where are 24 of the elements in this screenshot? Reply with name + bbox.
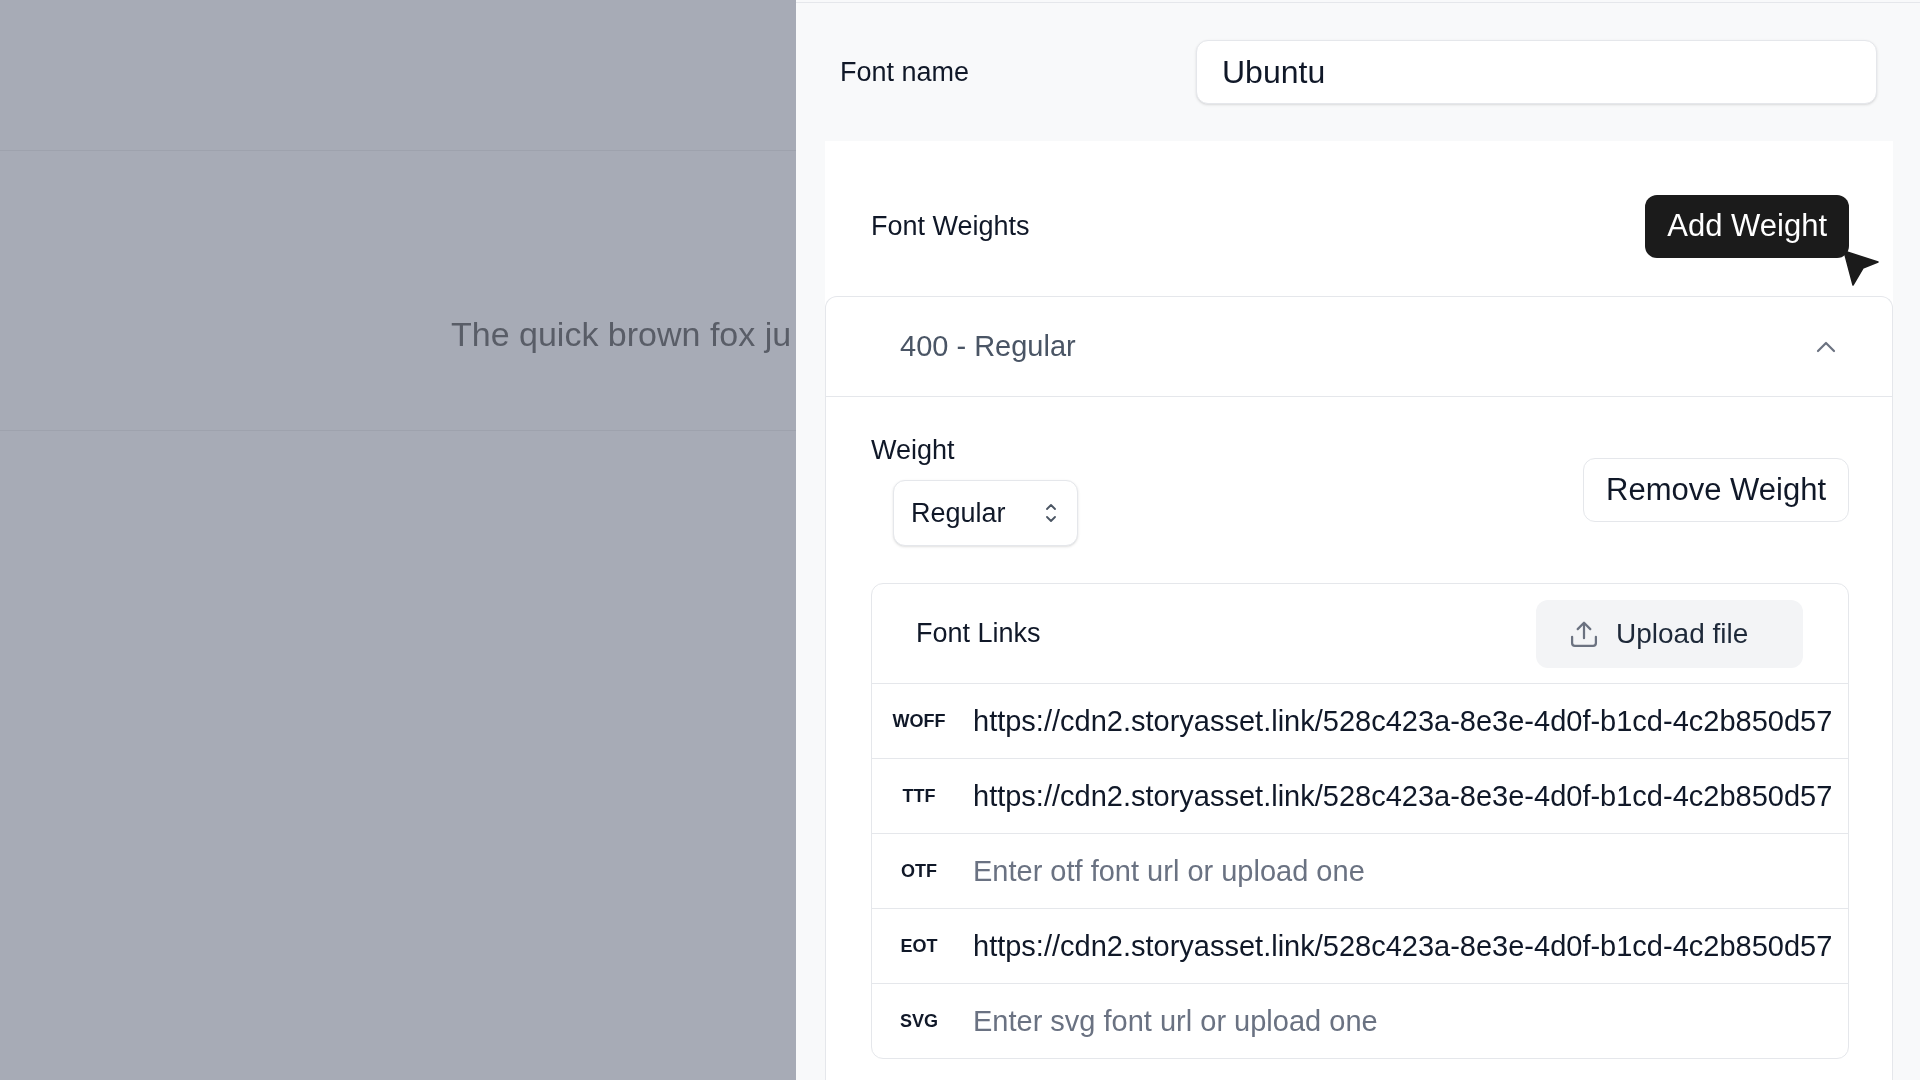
format-label: TTF xyxy=(901,784,937,808)
upload-icon xyxy=(1570,619,1598,648)
format-label: EOT xyxy=(899,934,939,958)
field-label: Weight xyxy=(871,434,955,466)
chevron-up-down-icon xyxy=(1045,502,1057,524)
url-field[interactable]: https://cdn2.storyasset.link/528c423a-8e3e-4d0f-b1cd-4c2b850d57 xyxy=(966,909,1848,983)
accordion-header[interactable]: 400 - Regular xyxy=(826,297,1892,397)
remove-weight-button[interactable]: Remove Weight xyxy=(1583,458,1849,522)
section-title: Font Weights xyxy=(871,210,1030,244)
weight-select[interactable]: Regular xyxy=(893,480,1078,546)
section-title: Font Links xyxy=(916,617,1041,651)
url-field[interactable]: https://cdn2.storyasset.link/528c423a-8e3e-4d0f-b1cd-4c2b850d57 xyxy=(966,759,1848,833)
preview-text: The quick brown fox ju xyxy=(451,314,792,354)
upload-file-button[interactable]: Upload file xyxy=(1536,599,1803,668)
format-label: WOFF xyxy=(891,709,947,733)
add-weight-button[interactable]: Add Weight xyxy=(1645,195,1849,258)
url-field[interactable]: Enter svg font url or upload one xyxy=(966,984,1848,1058)
url-field[interactable]: Enter otf font url or upload one xyxy=(966,834,1848,908)
format-label: SVG xyxy=(899,1009,939,1033)
font-name-field[interactable]: Ubuntu xyxy=(1196,40,1877,104)
format-label: OTF xyxy=(900,859,938,883)
mouse-pointer-icon xyxy=(1843,250,1879,286)
field-label: Font name xyxy=(840,55,970,89)
url-field[interactable]: https://cdn2.storyasset.link/528c423a-8e3e-4d0f-b1cd-4c2b850d57 xyxy=(966,684,1848,758)
